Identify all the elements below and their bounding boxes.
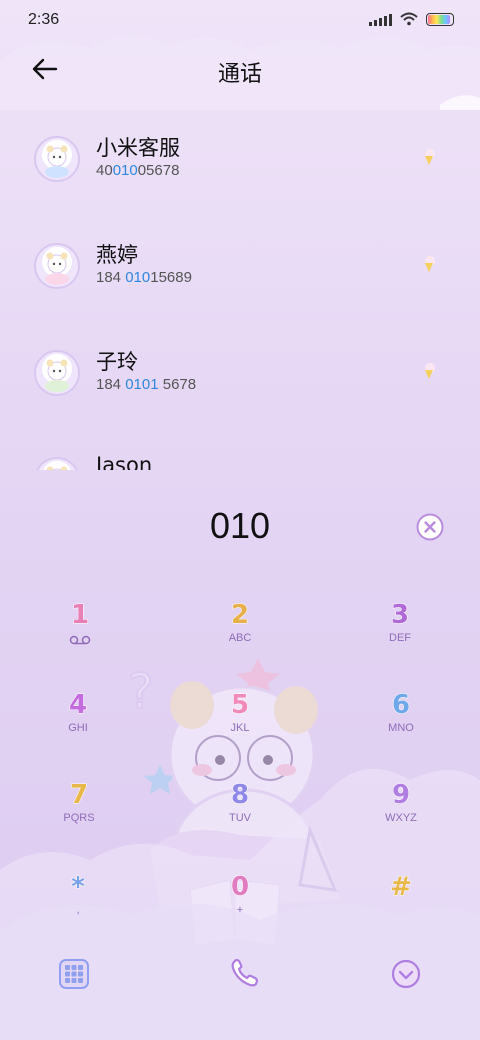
list-item[interactable]: 小米客服 4001005678 xyxy=(0,110,480,200)
avatar xyxy=(34,136,80,182)
contact-list: 小米客服 4001005678 燕婷 184 01015689 子玲 184 0… xyxy=(0,110,480,470)
dial-input[interactable]: 010 xyxy=(0,505,480,555)
key-letters: + xyxy=(236,904,244,916)
list-item[interactable]: 燕婷 184 01015689 xyxy=(0,217,480,307)
header: 通话 xyxy=(0,50,480,90)
key-letters: MNO xyxy=(388,722,414,734)
key-2[interactable]: 2 ABC xyxy=(185,600,295,666)
key-letters: DEF xyxy=(389,632,411,644)
key-letters: , xyxy=(76,904,80,916)
key-digit: * xyxy=(71,872,86,903)
ice-cream-icon[interactable] xyxy=(420,362,438,380)
key-digit: 6 xyxy=(391,690,411,721)
list-item[interactable]: 子玲 184 0101 5678 xyxy=(0,324,480,414)
key-digit: # xyxy=(390,872,413,903)
key-0[interactable]: 0 + xyxy=(185,872,295,938)
chevron-down-icon[interactable] xyxy=(386,954,426,994)
battery-icon xyxy=(426,12,454,26)
key-letters: ABC xyxy=(228,632,252,644)
key-digit: 3 xyxy=(390,600,410,631)
key-8[interactable]: 8 TUV xyxy=(185,780,295,846)
contact-name: 燕婷 xyxy=(96,243,138,267)
ice-cream-icon[interactable] xyxy=(420,255,438,273)
voicemail-icon xyxy=(69,635,91,645)
clear-icon[interactable] xyxy=(416,513,444,541)
key-6[interactable]: 6 MNO xyxy=(346,690,456,756)
bottom-action-bar xyxy=(0,940,480,1010)
wifi-icon xyxy=(400,12,418,26)
key-digit: 2 xyxy=(230,600,250,631)
key-digit: 4 xyxy=(68,690,88,721)
key-letters: JKL xyxy=(230,722,250,734)
signal-icon xyxy=(369,13,392,26)
status-bar: 2:36 xyxy=(0,0,480,42)
avatar xyxy=(34,243,80,289)
ice-cream-icon[interactable] xyxy=(420,148,438,166)
key-digit: 0 xyxy=(230,872,250,903)
contact-name: 小米客服 xyxy=(96,136,180,160)
key-4[interactable]: 4 GHI xyxy=(23,690,133,756)
key-letters: WXYZ xyxy=(385,812,417,824)
key-3[interactable]: 3 DEF xyxy=(345,600,455,666)
dialpad-grid-icon[interactable] xyxy=(54,954,94,994)
key-9[interactable]: 9 WXYZ xyxy=(346,780,456,846)
status-icons xyxy=(369,12,454,26)
list-item[interactable]: Jason xyxy=(0,431,480,470)
contact-name: 子玲 xyxy=(96,350,138,374)
key-digit: 7 xyxy=(69,780,89,811)
key-letters: TUV xyxy=(229,812,251,824)
key-digit: 9 xyxy=(391,780,411,811)
status-time: 2:36 xyxy=(28,11,60,28)
avatar xyxy=(34,457,80,470)
contact-number: 184 0101 5678 xyxy=(96,376,197,393)
key-digit: 1 xyxy=(70,600,90,631)
page-title: 通话 xyxy=(217,62,262,87)
key-digit: 8 xyxy=(230,780,250,811)
contact-name: Jason xyxy=(96,453,153,470)
key-letters: GHI xyxy=(68,722,88,734)
contact-number: 184 01015689 xyxy=(96,269,192,286)
phone-icon[interactable] xyxy=(224,954,264,994)
avatar xyxy=(34,350,80,396)
key-7[interactable]: 7 PQRS xyxy=(24,780,134,846)
key-letters: PQRS xyxy=(63,812,95,824)
key-star[interactable]: * , xyxy=(23,872,133,938)
key-hash[interactable]: # xyxy=(346,872,456,938)
key-digit: 5 xyxy=(230,690,250,721)
key-5[interactable]: 5 JKL xyxy=(185,690,295,756)
contact-number: 4001005678 xyxy=(96,162,180,179)
key-1[interactable]: 1 xyxy=(25,600,135,666)
